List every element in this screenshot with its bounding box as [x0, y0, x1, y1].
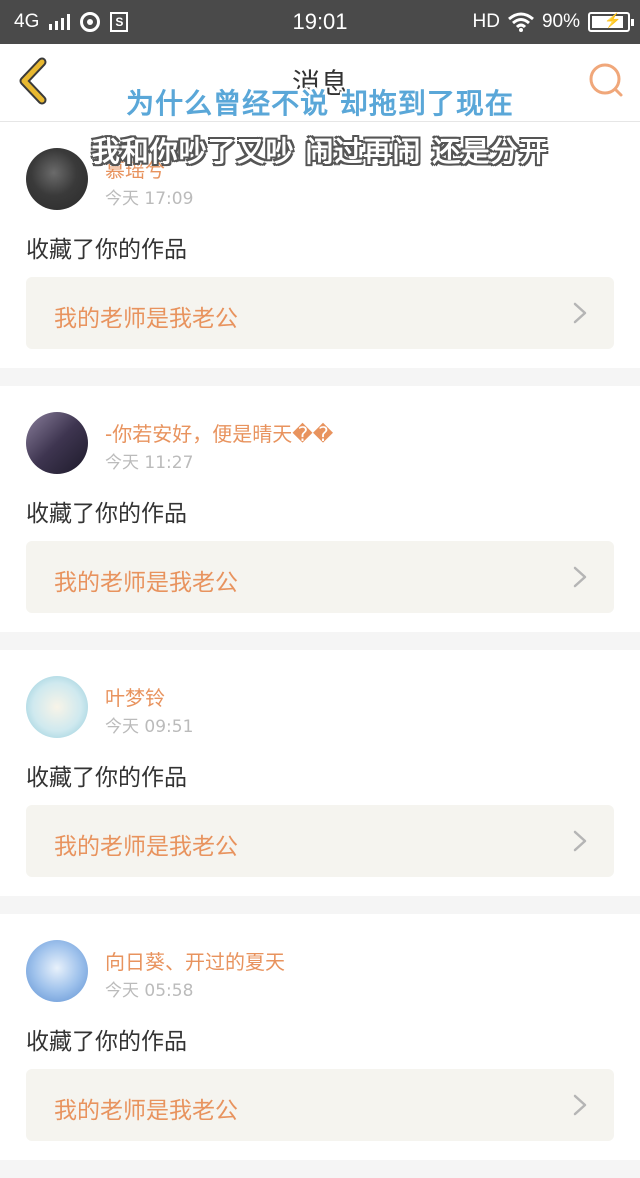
battery-percent: 90%: [541, 11, 580, 32]
wifi-icon: [508, 12, 534, 32]
work-title: 我的老师是我老公: [54, 834, 238, 860]
work-link[interactable]: 我的老师是我老公: [26, 277, 614, 349]
work-link[interactable]: 我的老师是我老公: [26, 1069, 614, 1141]
action-text: 收藏了你的作品: [26, 501, 187, 527]
action-text: 收藏了你的作品: [26, 237, 187, 263]
status-bar: 4G S 19:01 HD 90% ⚡: [0, 0, 640, 44]
battery-icon: ⚡: [588, 12, 634, 32]
message-time: 今天 11:27: [105, 453, 194, 473]
lyric-overlay-line-1: 为什么曾经不说 却拖到了现在: [126, 87, 514, 120]
message-time: 今天 05:58: [105, 981, 194, 1001]
chevron-right-icon: [573, 830, 587, 852]
chevron-right-icon: [573, 566, 587, 588]
message-time: 今天 17:09: [105, 189, 194, 209]
avatar[interactable]: [26, 676, 88, 738]
work-link[interactable]: 我的老师是我老公: [26, 541, 614, 613]
action-text: 收藏了你的作品: [26, 1029, 187, 1055]
message-feed: 慕瑶兮 今天 17:09 收藏了你的作品 我的老师是我老公 -你若安好，便是晴天…: [0, 122, 640, 1178]
work-title: 我的老师是我老公: [54, 1098, 238, 1124]
message-card: 叶梦铃 今天 09:51 收藏了你的作品 我的老师是我老公: [0, 650, 640, 896]
avatar[interactable]: [26, 940, 88, 1002]
chevron-right-icon: [573, 1094, 587, 1116]
work-title: 我的老师是我老公: [54, 570, 238, 596]
username[interactable]: 向日葵、开过的夏天: [105, 946, 285, 975]
message-card: -你若安好，便是晴天�� 今天 11:27 收藏了你的作品 我的老师是我老公: [0, 386, 640, 632]
message-time: 今天 09:51: [105, 717, 194, 737]
message-card: 向日葵、开过的夏天 今天 05:58 收藏了你的作品 我的老师是我老公: [0, 914, 640, 1160]
lyric-overlay-line-2: 我和你吵了又吵 闹过再闹 还是分开: [91, 135, 549, 168]
work-title: 我的老师是我老公: [54, 306, 238, 332]
work-link[interactable]: 我的老师是我老公: [26, 805, 614, 877]
username[interactable]: -你若安好，便是晴天��: [105, 418, 333, 447]
hd-label: HD: [472, 11, 500, 32]
avatar[interactable]: [26, 412, 88, 474]
username[interactable]: 叶梦铃: [105, 682, 165, 711]
action-text: 收藏了你的作品: [26, 765, 187, 791]
chevron-right-icon: [573, 302, 587, 324]
